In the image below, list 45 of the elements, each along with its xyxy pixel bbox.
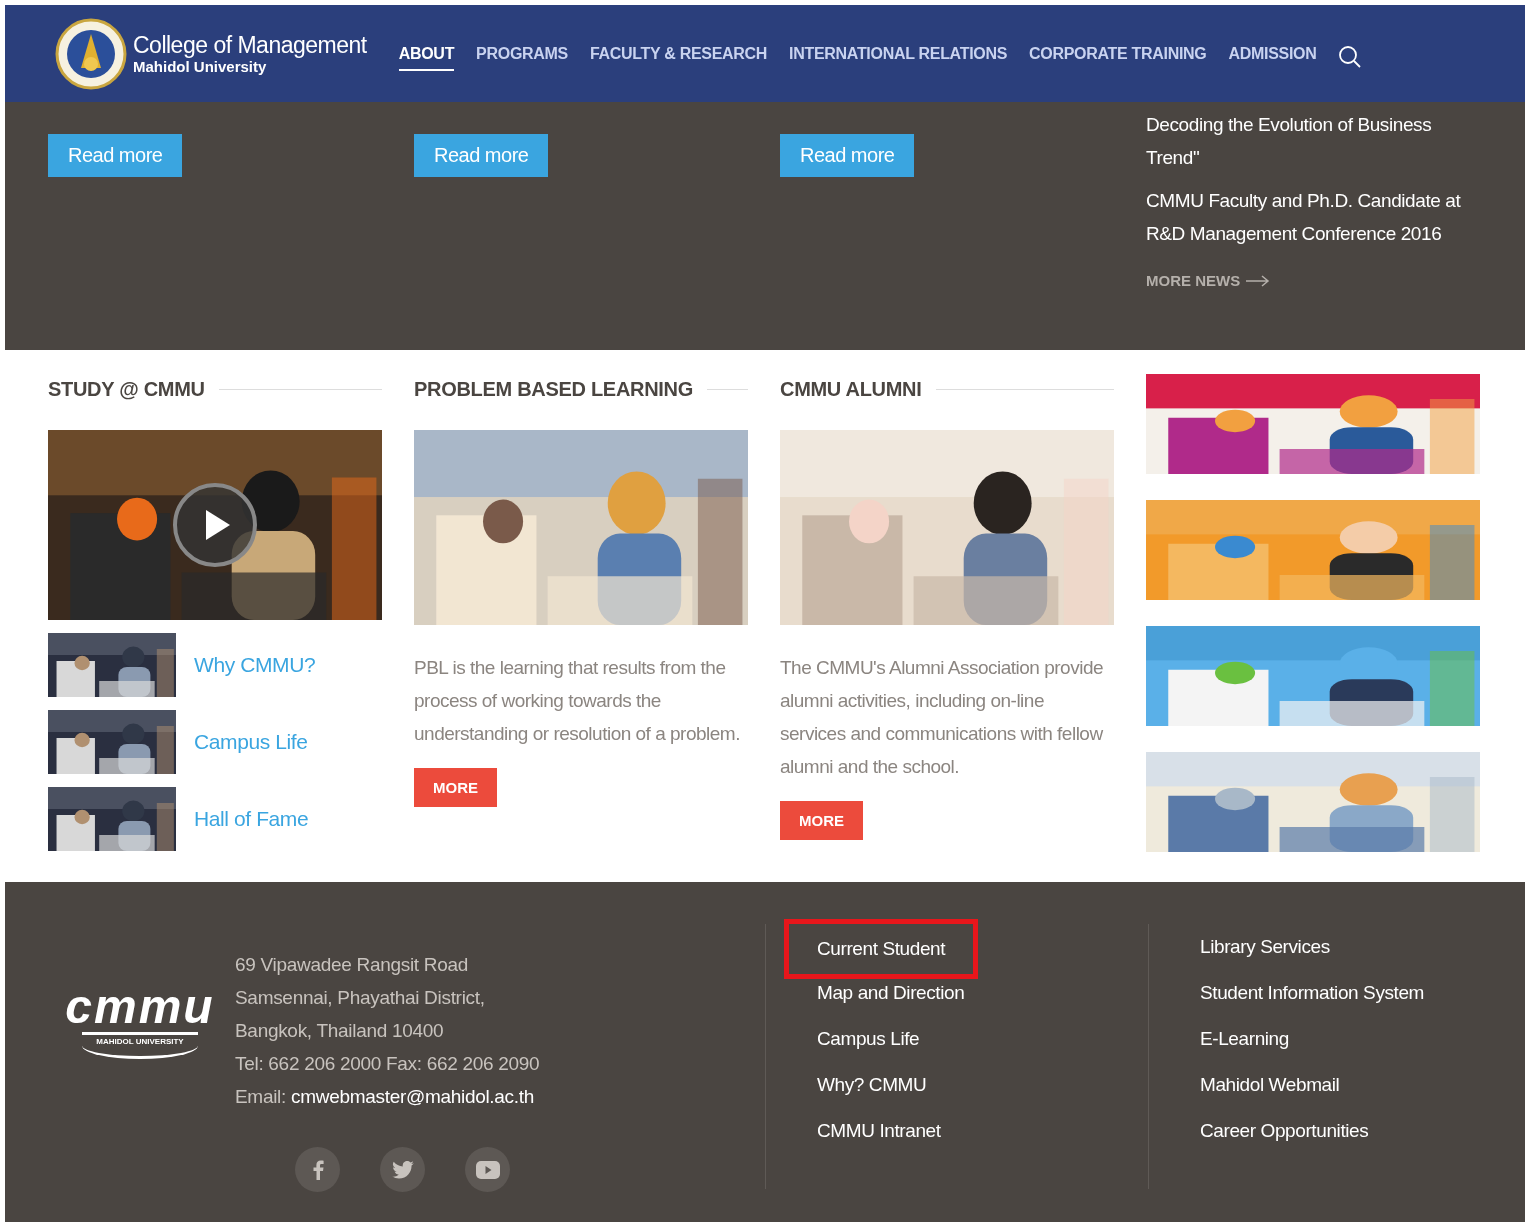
section-text: The CMMU's Alumni Association provide alumni activities, including on-line services and communications with fellow alumni and the school. — [780, 656, 1105, 779]
social-button[interactable] — [295, 1147, 340, 1192]
footer-link[interactable]: E-Learning — [1167, 1016, 1322, 1062]
logo-title: College of Management — [133, 32, 367, 58]
address-line: Bangkok, Thailand 10400 — [235, 1019, 445, 1043]
footer-link[interactable]: Mahidol Webmail — [1167, 1062, 1373, 1108]
play-icon — [475, 1160, 500, 1179]
nav-link[interactable]: INTERNATIONAL RELATIONS — [789, 44, 1008, 71]
nav-link[interactable]: PROGRAMS — [476, 44, 568, 71]
section-text: PBL is the learning that results from the process of working towards the understanding or resolution of a problem. — [414, 656, 741, 746]
footer-link[interactable]: Why? CMMU — [784, 1062, 960, 1108]
bird-icon — [391, 1160, 414, 1179]
section-heading: STUDY @ CMMU — [48, 377, 205, 401]
emblem-icon — [55, 17, 127, 90]
footer-logo-subtext: MAHIDOL UNIVERSITY — [82, 1032, 198, 1059]
nav-link[interactable]: CORPORATE TRAINING — [1029, 44, 1207, 71]
logo-subtitle: Mahidol University — [133, 58, 268, 75]
more-news-link[interactable]: MORE NEWS — [1146, 272, 1480, 289]
footer-link[interactable]: Library Services — [1167, 924, 1363, 970]
play-icon[interactable] — [170, 480, 260, 570]
footer-link[interactable]: Career Opportunities — [1167, 1108, 1402, 1154]
address-line: Tel: 662 206 2000 Fax: 662 206 2090 — [235, 1052, 541, 1076]
news-link[interactable]: Decoding the Evolution of Business Trend" — [1146, 108, 1480, 174]
footer-logo-text: cmmu — [65, 982, 215, 1032]
nav-link[interactable]: ABOUT — [398, 44, 455, 71]
nav-link[interactable]: FACULTY & RESEARCH — [589, 44, 768, 71]
email-line: Email: cmwebmaster@mahidol.ac.th — [235, 1085, 536, 1109]
social-button[interactable] — [465, 1147, 510, 1192]
footer-link[interactable]: CMMU Intranet — [784, 1108, 974, 1154]
footer-link[interactable]: Student Information System — [1167, 970, 1458, 1016]
more-button[interactable]: MORE — [414, 768, 497, 807]
section-heading: CMMU ALUMNI — [780, 377, 922, 401]
footer-link[interactable]: Campus Life — [784, 1016, 953, 1062]
footer-link[interactable]: Current Student — [784, 919, 979, 979]
address-line: 69 Vipawadee Rangsit Road — [235, 953, 469, 977]
nav-link[interactable]: ADMISSION — [1228, 44, 1317, 71]
address-line: Samsennai, Phayathai District, — [235, 986, 486, 1010]
section-heading: PROBLEM BASED LEARNING — [414, 377, 693, 401]
facebook-icon — [311, 1159, 324, 1180]
email-link[interactable]: cmwebmaster@mahidol.ac.th — [291, 1086, 535, 1107]
social-button[interactable] — [380, 1147, 425, 1192]
search-icon[interactable] — [1338, 44, 1363, 69]
news-link[interactable]: CMMU Faculty and Ph.D. Candidate at R&D Management Conference 2016 — [1146, 184, 1480, 250]
more-button[interactable]: MORE — [780, 801, 863, 840]
arrow-icon — [1246, 274, 1271, 287]
